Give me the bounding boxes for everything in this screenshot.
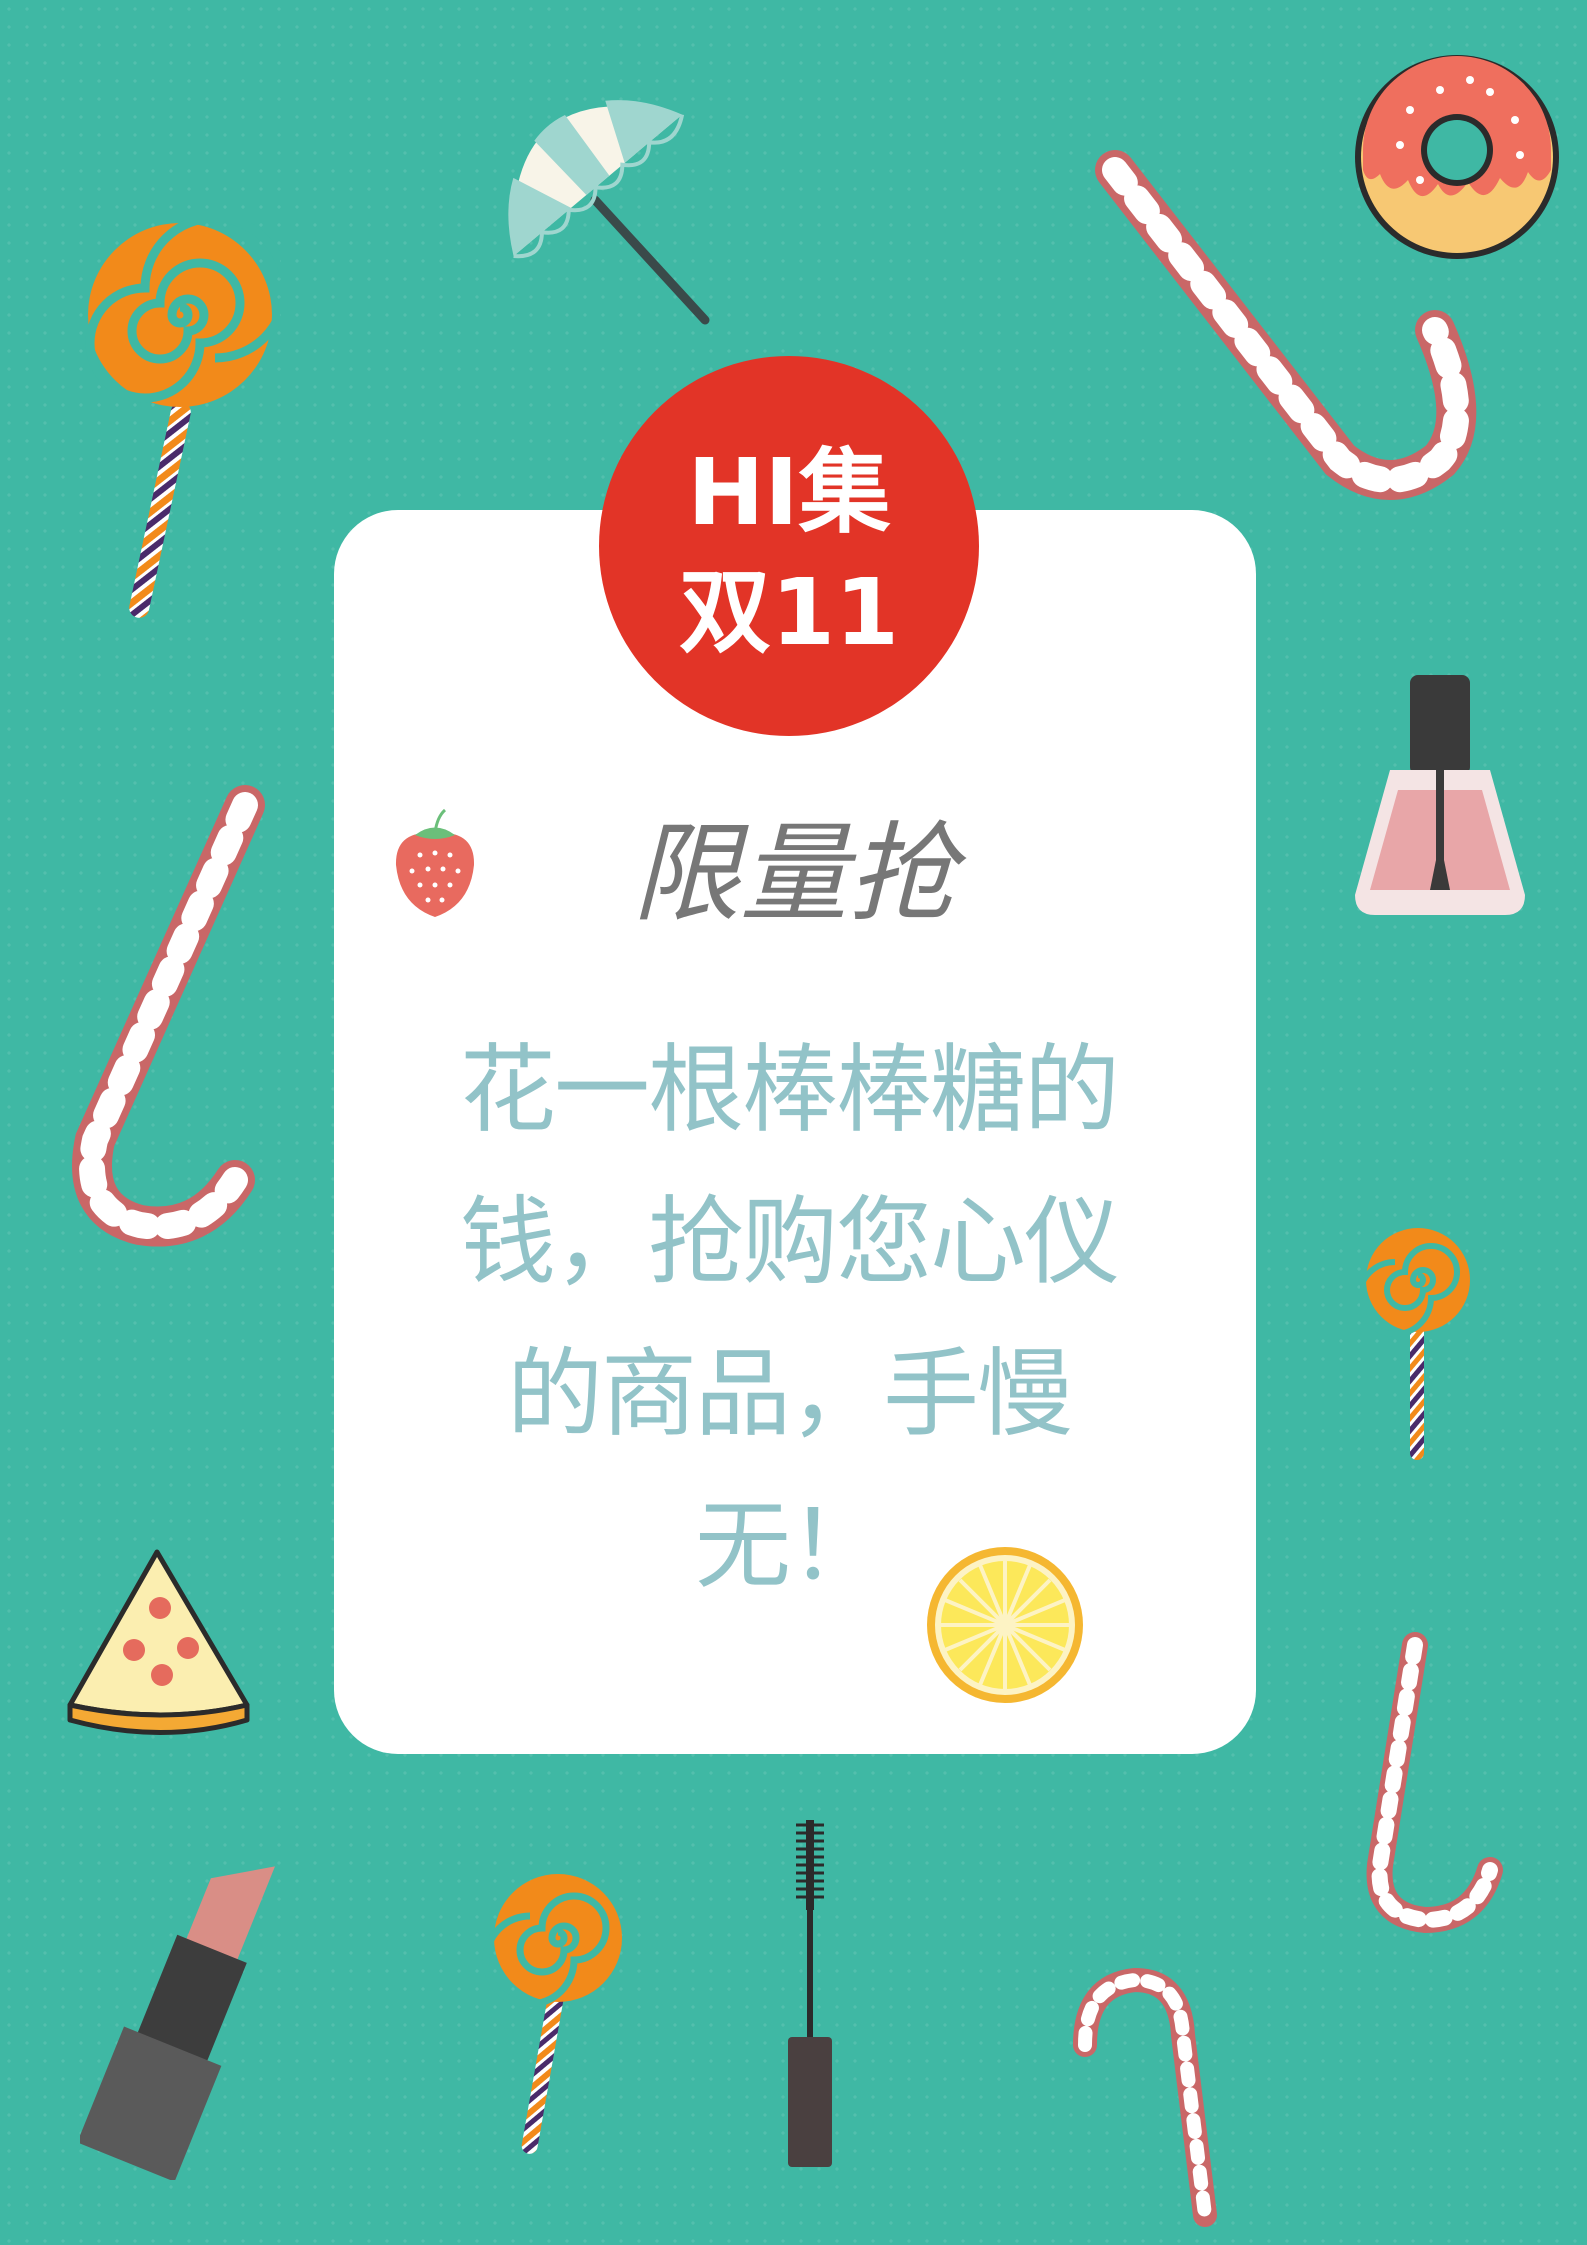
candy-cane-icon xyxy=(72,785,265,1247)
poster-canvas: HI集 双11 限量抢 花一根棒棒糖的钱，抢购您心仪的商品，手慢无！ xyxy=(0,0,1587,2245)
candy-cane-icon xyxy=(1366,1632,1503,1934)
pizza-slice-icon xyxy=(67,1549,250,1735)
lollipop-icon xyxy=(482,1874,622,2154)
sale-badge: HI集 双11 xyxy=(599,356,979,736)
headline: 限量抢 xyxy=(631,812,956,937)
lipstick-icon xyxy=(80,1866,275,2180)
promo-description: 花一根棒棒糖的钱，抢购您心仪的商品，手慢无！ xyxy=(460,1034,1120,1602)
lemon-slice-icon xyxy=(927,1547,1083,1703)
badge-subtitle: 双11 xyxy=(678,559,900,666)
lollipop-icon xyxy=(1360,1228,1470,1460)
mascara-icon xyxy=(788,1820,832,2167)
badge-title: HI集 xyxy=(687,439,891,546)
lollipop-icon xyxy=(85,220,280,618)
candy-cane-icon xyxy=(1073,1967,1217,2227)
nail-polish-icon xyxy=(1355,675,1525,915)
strawberry-icon xyxy=(395,808,475,917)
candy-cane-icon xyxy=(1095,150,1477,500)
umbrella-icon xyxy=(508,100,710,325)
